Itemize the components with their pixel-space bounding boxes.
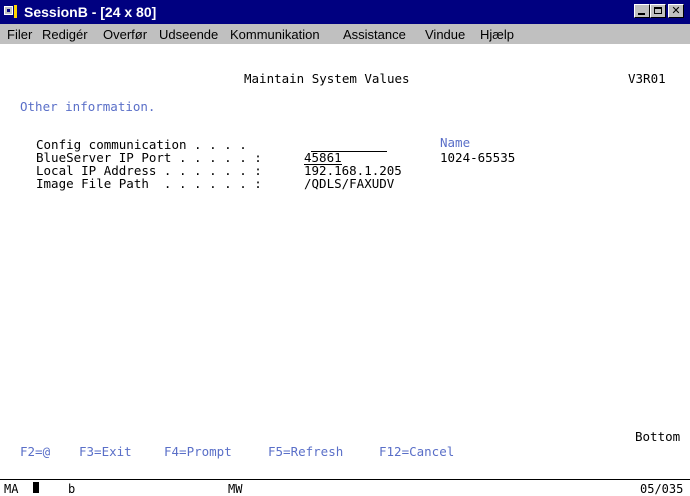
status-ma: MA — [4, 482, 19, 496]
fkey-f3-exit[interactable]: F3=Exit — [79, 445, 132, 458]
section-title: Other information. — [20, 99, 156, 114]
menu-bar: Filer Redigér Overfør Udseende Kommunika… — [0, 24, 690, 44]
window-titlebar[interactable]: SessionB - [24 x 80] ✕ — [0, 0, 690, 24]
terminal-app-icon[interactable] — [4, 5, 20, 19]
close-button[interactable]: ✕ — [668, 4, 684, 18]
fkey-f12-cancel[interactable]: F12=Cancel — [379, 445, 454, 458]
menu-hjaelp[interactable]: Hjælp — [480, 27, 514, 42]
menu-vindue[interactable]: Vindue — [425, 27, 465, 42]
cursor-position: 05/035 — [640, 482, 684, 496]
fkey-f4-prompt[interactable]: F4=Prompt — [164, 445, 232, 458]
fkey-f5-refresh[interactable]: F5=Refresh — [268, 445, 343, 458]
window-title: SessionB - [24 x 80] — [24, 4, 157, 20]
status-mode: b — [68, 482, 76, 496]
fkey-f2[interactable]: F2=@ — [20, 445, 50, 458]
menu-rediger[interactable]: Redigér — [42, 27, 88, 42]
status-bar: MA b MW 05/035 — [0, 479, 690, 496]
status-center: MW — [228, 482, 243, 496]
menu-overfor[interactable]: Overfør — [103, 27, 147, 42]
maximize-icon — [654, 7, 662, 14]
menu-udseende[interactable]: Udseende — [159, 27, 218, 42]
field-label-image-path: Image File Path . . . . . . : — [36, 176, 262, 191]
field-hint-config: Name — [440, 135, 471, 150]
minimize-icon — [638, 13, 645, 15]
screen-version: V3R01 — [628, 71, 666, 86]
bottom-indicator: Bottom — [635, 429, 681, 444]
menu-filer[interactable]: Filer — [7, 27, 32, 42]
terminal-screen[interactable]: Maintain System Values V3R01 Other infor… — [0, 44, 690, 480]
maximize-button[interactable] — [650, 4, 666, 18]
field-hint-ip-port: 1024-65535 — [440, 150, 516, 165]
status-ma-indicator — [33, 482, 39, 493]
screen-heading: Maintain System Values — [244, 71, 410, 86]
close-icon: ✕ — [671, 4, 681, 17]
image-path-input[interactable]: /QDLS/FAXUDV — [304, 177, 394, 190]
menu-kommunikation[interactable]: Kommunikation — [230, 27, 320, 42]
minimize-button[interactable] — [634, 4, 650, 18]
menu-assistance[interactable]: Assistance — [343, 27, 406, 42]
